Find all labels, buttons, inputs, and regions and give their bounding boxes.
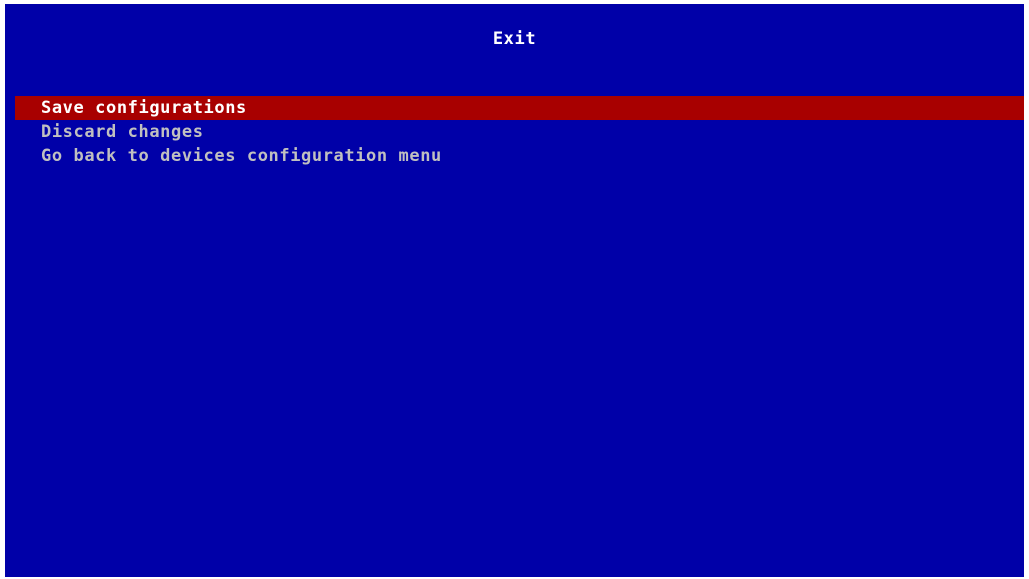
menu-item-discard-changes[interactable]: Discard changes	[15, 120, 1024, 144]
text-mode-screen: Exit Save configurations Discard changes…	[5, 4, 1024, 577]
menu-item-save-configurations[interactable]: Save configurations	[15, 96, 1024, 120]
exit-menu: Save configurations Discard changes Go b…	[15, 96, 1024, 168]
menu-item-go-back[interactable]: Go back to devices configuration menu	[15, 144, 1024, 168]
screen-title: Exit	[492, 29, 537, 49]
